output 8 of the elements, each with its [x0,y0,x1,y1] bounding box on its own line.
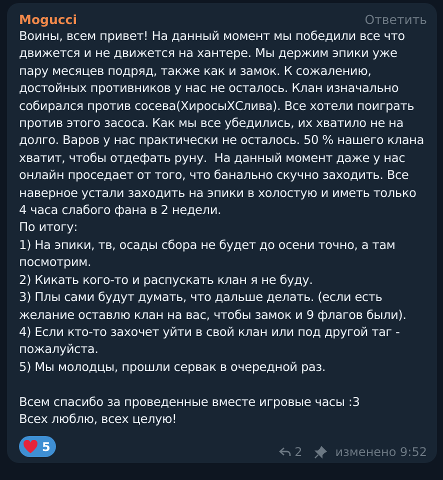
reaction-button[interactable]: 5 [19,436,56,457]
author-name[interactable]: Mogucci [19,12,77,26]
reply-count: 2 [294,445,302,459]
reply-link[interactable]: Ответить [364,12,427,26]
message-text: Воины, всем привет! На данный момент мы победили все что движется и не движется на хантере. Мы держим эпики уже пару месяцев подряд, также как и замок. К сожалению, достойных противников у нас не осталось. Клан изначально собирался против сосева(ХиросыХСлива). Все хотели поиграть против этого засоса. Как мы все убедились, их хватило не на долго. Варов у нас практически не осталось. 50 % нашего клана хватит, чтобы отдефать руну. На данный момент даже у нас онлайн проседает от того, что банально скучно заходить. Все наверное устали заходить на эпики в холостую и иметь только 4 часа слабого фана в 2 недели. По итогу: 1) На эпики, тв, осады сбора не будет до осени точно, а там посмотрим. 2) Кикать кого-то и распускать клан я не буду. 3) Плы сами будут думать, что дальше делать. (если есть желание оставлю клан на вас, чтобы замок и 9 флагов были). 4) Если кто-то захочет уйти в свой клан или под другой таг - пожалуйста. 5) Мы молодцы, прошли сервак в очередной раз. Всем спасибо за проведенные вместе игровые часы :3 Всех люблю, всех целую! [19,28,425,428]
edited-time: изменено 9:52 [335,445,427,459]
reply-arrow-icon [278,447,291,457]
heart-icon [23,440,38,454]
